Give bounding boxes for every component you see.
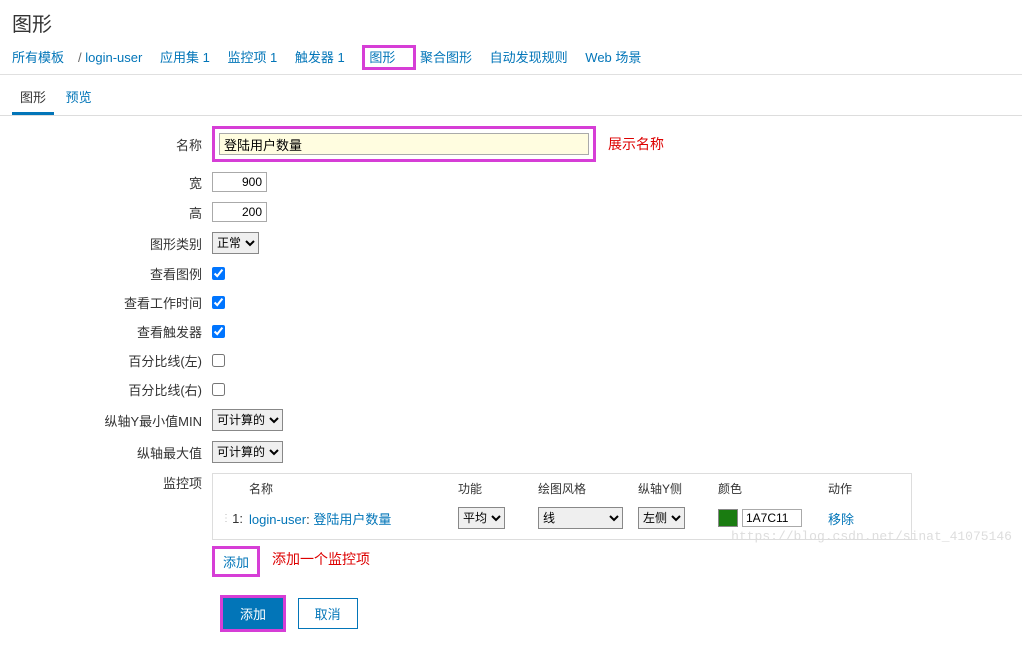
label-show-work: 查看工作时间 bbox=[12, 293, 212, 312]
add-item-link[interactable]: 添加 bbox=[212, 546, 260, 577]
col-act: 动作 bbox=[828, 480, 868, 497]
pct-right-checkbox[interactable] bbox=[212, 383, 225, 396]
item-host-link[interactable]: login-user bbox=[249, 512, 306, 527]
color-swatch[interactable] bbox=[718, 509, 738, 527]
nav-aggregated[interactable]: 聚合图形 bbox=[420, 47, 472, 66]
label-y-min: 纵轴Y最小值MIN bbox=[12, 411, 212, 430]
label-pct-left: 百分比线(左) bbox=[12, 351, 212, 370]
nav-all-templates[interactable]: 所有模板 bbox=[12, 47, 64, 66]
tab-preview[interactable]: 预览 bbox=[58, 81, 100, 112]
col-fn: 功能 bbox=[458, 480, 538, 497]
item-index: 1: bbox=[229, 511, 243, 526]
page-title: 图形 bbox=[0, 0, 1022, 43]
col-name: 名称 bbox=[243, 480, 458, 497]
nav-apps[interactable]: 应用集 1 bbox=[160, 47, 210, 66]
nav-template-name[interactable]: login-user bbox=[85, 50, 142, 65]
annotation-add-item: 添加一个监控项 bbox=[272, 549, 370, 569]
item-row: ⋮⋮ 1: login-user: 登陆用户数量 平均 线 左侧 移除 bbox=[221, 503, 903, 533]
annotation-show-name: 展示名称 bbox=[608, 134, 664, 154]
label-items: 监控项 bbox=[12, 473, 212, 492]
color-input[interactable] bbox=[742, 509, 802, 527]
show-triggers-checkbox[interactable] bbox=[212, 325, 225, 338]
item-name-link[interactable]: 登陆用户数量 bbox=[313, 512, 391, 527]
y-min-select[interactable]: 可计算的 bbox=[212, 409, 283, 431]
show-work-checkbox[interactable] bbox=[212, 296, 225, 309]
item-fn-select[interactable]: 平均 bbox=[458, 507, 505, 529]
label-name: 名称 bbox=[12, 135, 212, 154]
tab-graph[interactable]: 图形 bbox=[12, 81, 54, 115]
template-nav: 所有模板/ login-user 应用集 1 监控项 1 触发器 1 图形 聚合… bbox=[0, 43, 1022, 75]
y-max-select[interactable]: 可计算的 bbox=[212, 441, 283, 463]
name-input[interactable] bbox=[219, 133, 589, 155]
pct-left-checkbox[interactable] bbox=[212, 354, 225, 367]
label-width: 宽 bbox=[12, 173, 212, 192]
height-input[interactable] bbox=[212, 202, 267, 222]
col-style: 绘图风格 bbox=[538, 480, 638, 497]
cancel-button[interactable]: 取消 bbox=[298, 598, 358, 629]
remove-link[interactable]: 移除 bbox=[828, 512, 854, 527]
width-input[interactable] bbox=[212, 172, 267, 192]
items-table: 名称 功能 绘图风格 纵轴Y侧 颜色 动作 ⋮⋮ 1: login-user: … bbox=[212, 473, 912, 540]
nav-triggers[interactable]: 触发器 1 bbox=[295, 47, 345, 66]
nav-discovery[interactable]: 自动发现规则 bbox=[490, 47, 568, 66]
drag-handle-icon[interactable]: ⋮⋮ bbox=[221, 513, 229, 524]
sub-tabs: 图形 预览 bbox=[0, 75, 1022, 116]
show-legend-checkbox[interactable] bbox=[212, 267, 225, 280]
col-side: 纵轴Y侧 bbox=[638, 480, 718, 497]
nav-web[interactable]: Web 场景 bbox=[585, 47, 641, 66]
label-y-max: 纵轴最大值 bbox=[12, 443, 212, 462]
nav-graphs[interactable]: 图形 bbox=[369, 47, 395, 66]
col-color: 颜色 bbox=[718, 480, 828, 497]
label-show-legend: 查看图例 bbox=[12, 264, 212, 283]
label-height: 高 bbox=[12, 203, 212, 222]
type-select[interactable]: 正常 bbox=[212, 232, 259, 254]
item-side-select[interactable]: 左侧 bbox=[638, 507, 685, 529]
label-show-triggers: 查看触发器 bbox=[12, 322, 212, 341]
label-type: 图形类别 bbox=[12, 234, 212, 253]
item-style-select[interactable]: 线 bbox=[538, 507, 623, 529]
nav-items[interactable]: 监控项 1 bbox=[227, 47, 277, 66]
label-pct-right: 百分比线(右) bbox=[12, 380, 212, 399]
add-button[interactable]: 添加 bbox=[223, 598, 283, 629]
